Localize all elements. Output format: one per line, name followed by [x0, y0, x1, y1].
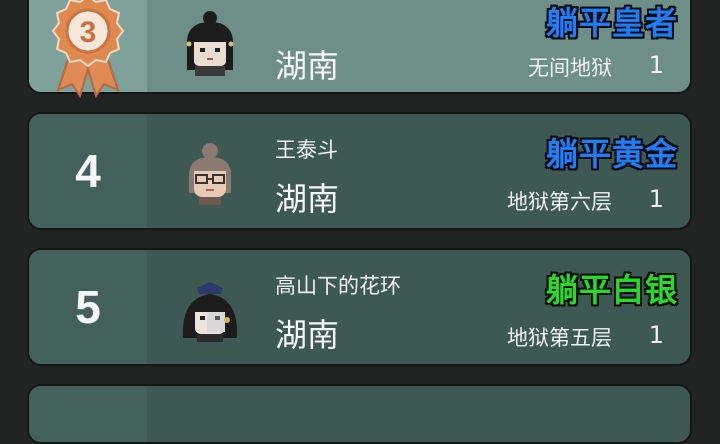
- rank-cell: 5: [29, 250, 147, 364]
- rank-title: 躺平黄金: [545, 135, 678, 173]
- hell-level: 地狱第六层: [507, 190, 612, 214]
- rank-number: 4: [75, 145, 101, 197]
- bun-hair-girl-icon: [186, 11, 234, 76]
- rank-cell: 4: [29, 114, 147, 228]
- rank-row-4[interactable]: 4 王泰斗 湖南 躺平黄金 地狱第六层 1: [27, 112, 692, 230]
- player-name: 高山下的花环: [275, 274, 401, 298]
- masked-hair-girl-icon: [182, 282, 238, 342]
- rank-row-6[interactable]: [27, 384, 692, 444]
- rank-row-5[interactable]: 5 高山下的花环 湖南 躺平白银 地狱第五层 1: [27, 248, 692, 366]
- count-value: 1: [648, 185, 664, 213]
- hell-level: 地狱第五层: [507, 326, 612, 350]
- medal-rank-number: 3: [80, 16, 97, 49]
- count-value: 1: [648, 321, 664, 349]
- player-region: 湖南: [275, 180, 340, 218]
- count-value: 1: [648, 51, 664, 79]
- rank-number: 5: [75, 281, 101, 333]
- glasses-granny-icon: [189, 143, 231, 205]
- player-name: 王泰斗: [275, 138, 338, 162]
- player-region: 湖南: [275, 47, 340, 85]
- player-region: 湖南: [275, 316, 340, 354]
- rank-cell: [29, 386, 147, 442]
- rank-title: 躺平皇者: [545, 4, 678, 42]
- bronze-medal-icon: 3: [51, 0, 125, 99]
- rank-title: 躺平白银: [545, 271, 678, 309]
- hell-level: 无间地狱: [528, 56, 612, 80]
